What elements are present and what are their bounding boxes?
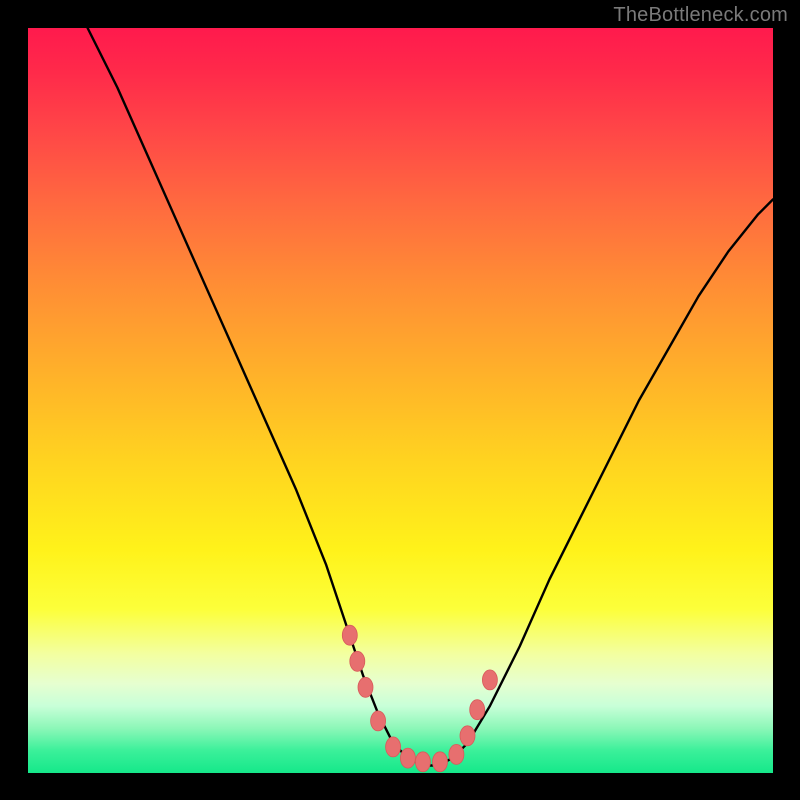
marker-point bbox=[482, 670, 497, 690]
marker-point bbox=[449, 744, 464, 764]
marker-group bbox=[342, 625, 497, 772]
marker-point bbox=[415, 752, 430, 772]
bottleneck-curve bbox=[88, 28, 773, 766]
marker-point bbox=[400, 748, 415, 768]
marker-point bbox=[371, 711, 386, 731]
marker-point bbox=[342, 625, 357, 645]
marker-point bbox=[350, 651, 365, 671]
chart-svg bbox=[28, 28, 773, 773]
plot-area bbox=[28, 28, 773, 773]
marker-point bbox=[386, 737, 401, 757]
marker-point bbox=[460, 726, 475, 746]
marker-point bbox=[433, 752, 448, 772]
marker-point bbox=[470, 700, 485, 720]
marker-point bbox=[358, 677, 373, 697]
outer-frame: TheBottleneck.com bbox=[0, 0, 800, 800]
watermark-text: TheBottleneck.com bbox=[613, 4, 788, 27]
